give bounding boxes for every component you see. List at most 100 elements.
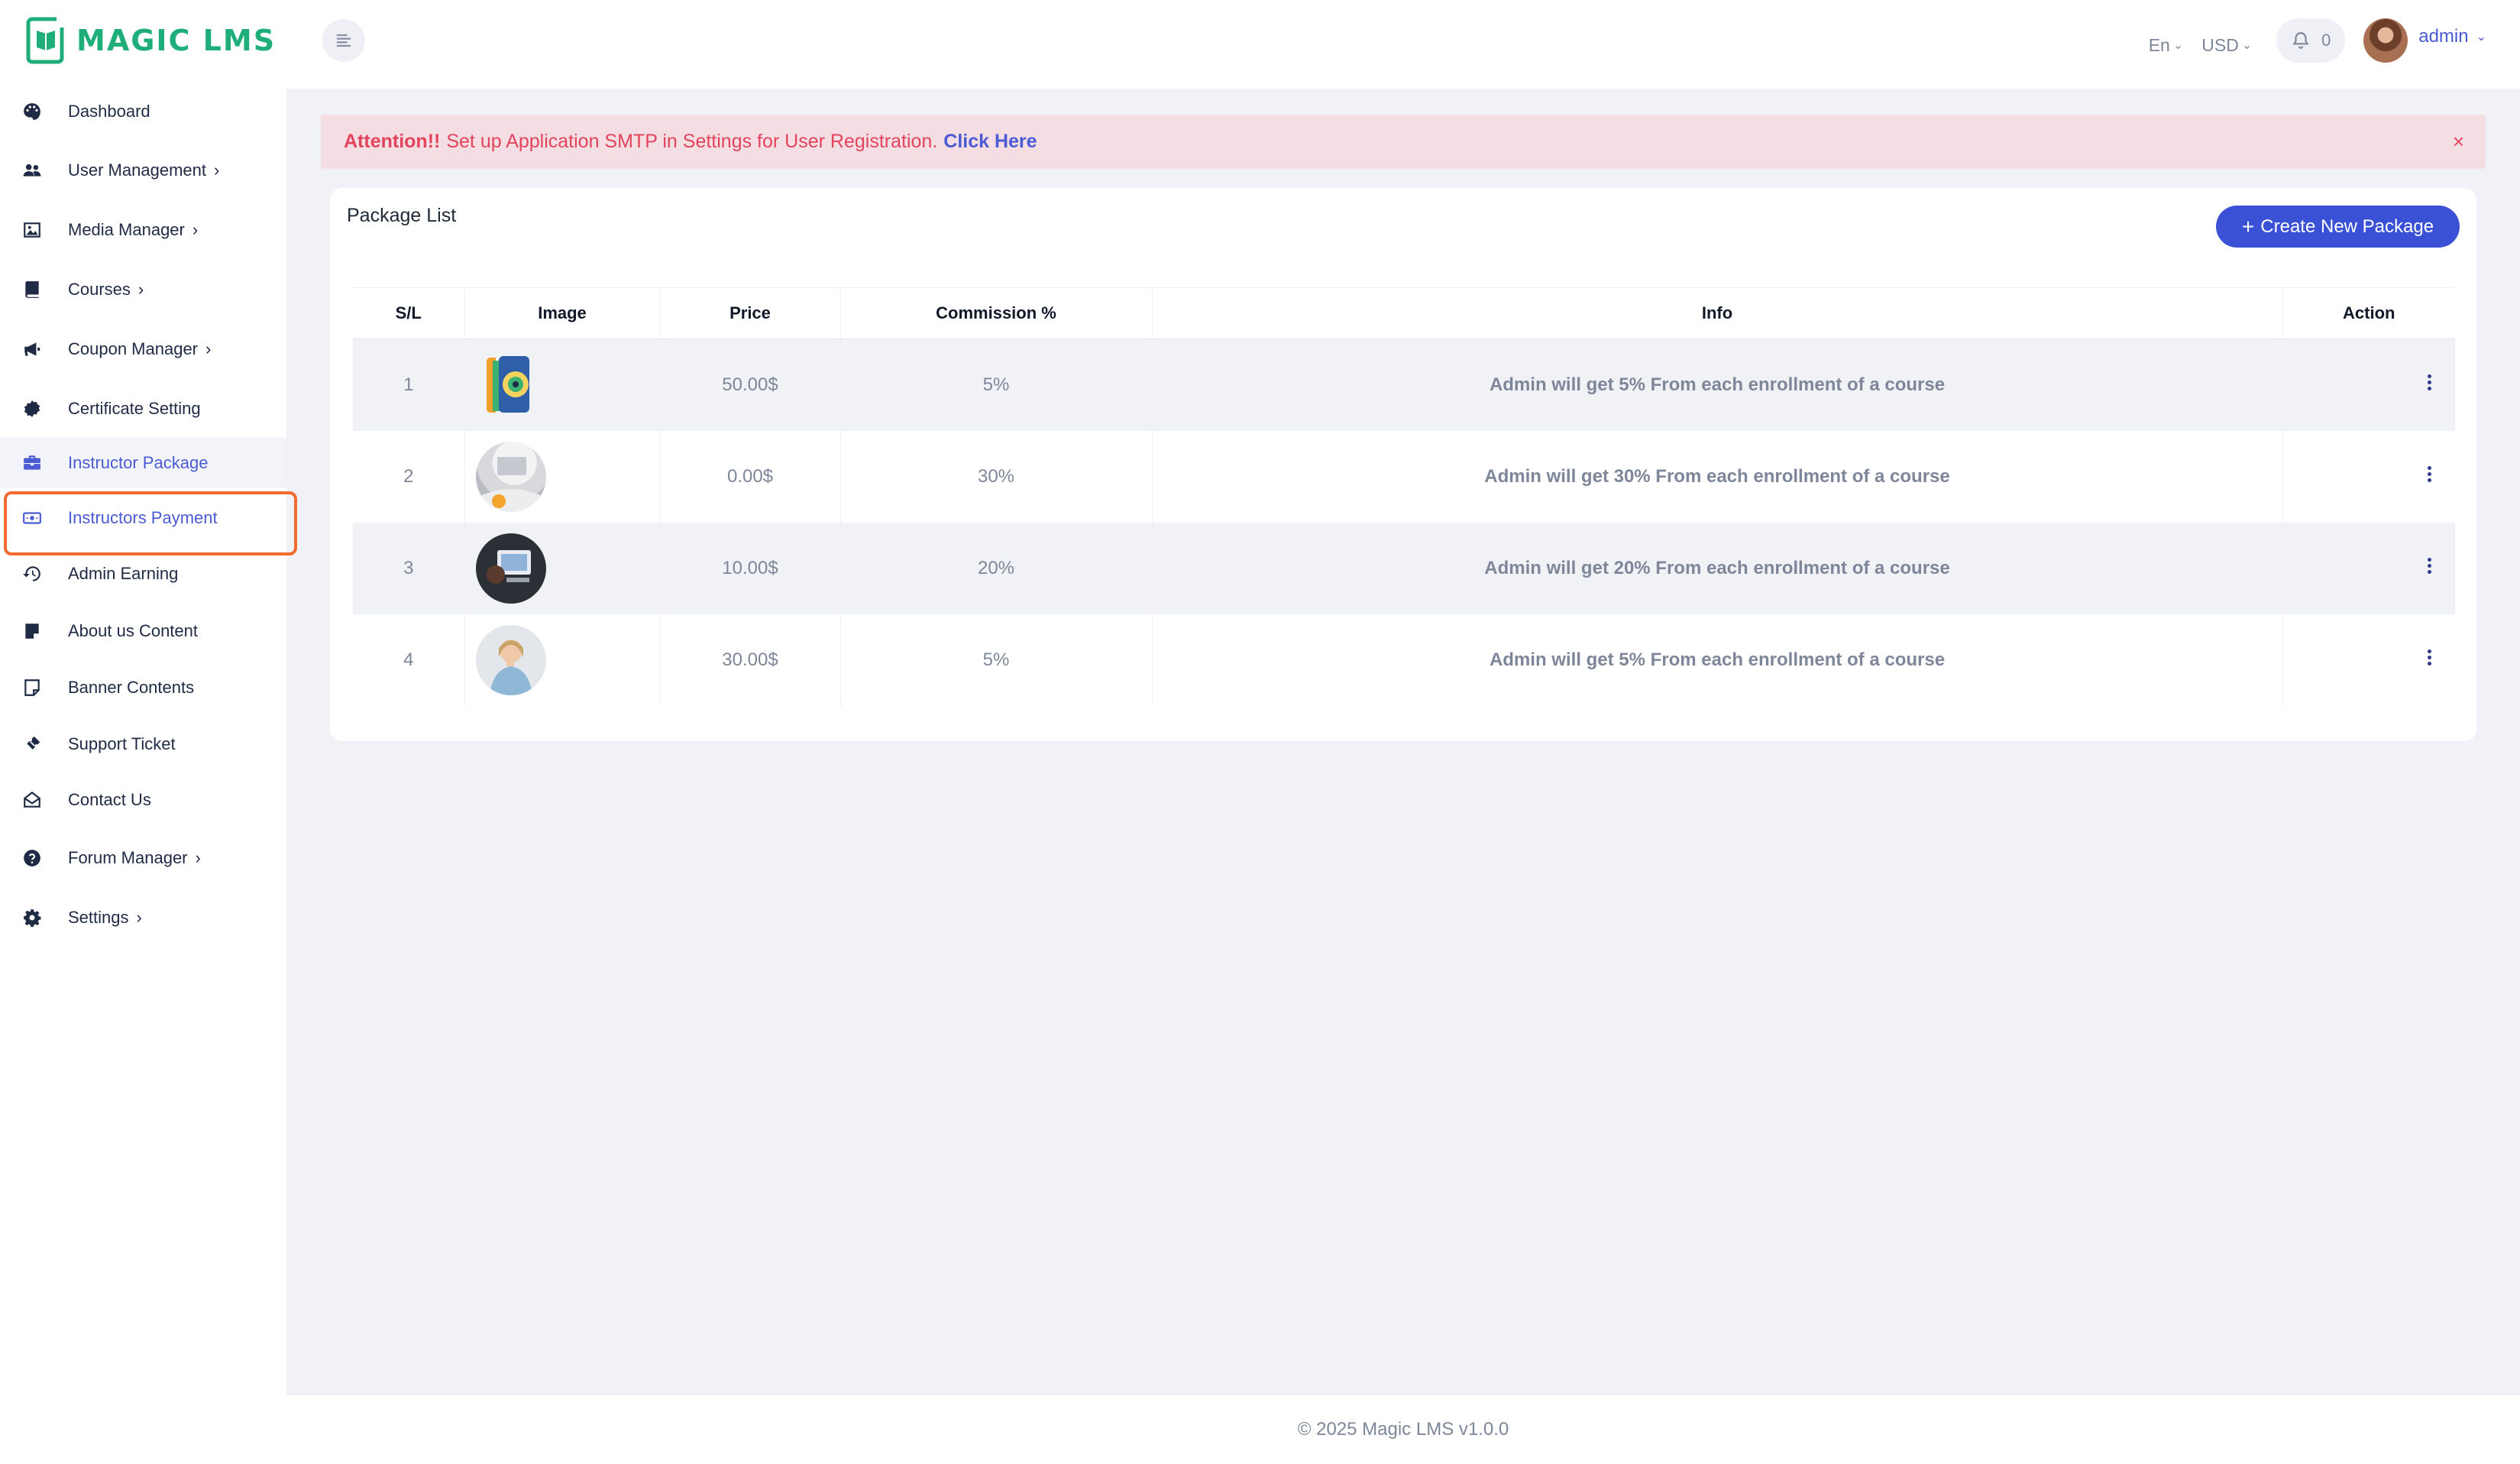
sidebar-item-settings[interactable]: Settings › xyxy=(0,892,286,943)
gear-icon xyxy=(21,907,43,928)
sidebar-item-label: User Management › xyxy=(68,160,220,180)
footer-text: © 2025 Magic LMS v1.0.0 xyxy=(1297,1419,1509,1440)
chevron-right-icon: › xyxy=(137,280,144,299)
row-commission: 20% xyxy=(840,522,1153,614)
column-header-commission: Commission % xyxy=(840,287,1153,339)
more-vertical-icon[interactable] xyxy=(2428,464,2432,484)
sidebar-item-certificate-setting[interactable]: Certificate Setting xyxy=(0,384,286,434)
sidebar-item-instructors-payment[interactable]: Instructors Payment xyxy=(0,493,286,543)
sidebar-item-support-ticket[interactable]: Support Ticket xyxy=(0,719,286,769)
image-icon xyxy=(21,219,43,241)
badge-icon xyxy=(21,398,43,419)
avatar[interactable] xyxy=(2363,18,2408,63)
table-header-row: S/L Image Price Commission % Info Action xyxy=(353,287,2455,339)
align-left-icon xyxy=(336,34,351,47)
sidebar-item-instructor-package[interactable]: Instructor Package xyxy=(0,438,286,488)
megaphone-icon xyxy=(21,338,43,360)
chevron-right-icon: › xyxy=(213,160,220,180)
notification-count: 0 xyxy=(2321,31,2331,50)
sidebar-item-label: About us Content xyxy=(68,621,199,640)
plus-icon: + xyxy=(2241,214,2255,238)
alert-strong: Attention!! xyxy=(344,131,441,152)
sidebar-item-label: Instructors Payment xyxy=(68,508,218,527)
envelope-open-icon xyxy=(21,789,43,811)
sidebar-item-label: Dashboard xyxy=(68,102,150,121)
footer: © 2025 Magic LMS v1.0.0 xyxy=(286,1395,2520,1464)
sidebar-item-label: Support Ticket xyxy=(68,734,176,753)
table-row: 3 10.00$ 20% Admin will get 20% From eac… xyxy=(353,522,2455,614)
sidebar-item-media-manager[interactable]: Media Manager › xyxy=(0,205,286,255)
sidebar-item-admin-earning[interactable]: Admin Earning xyxy=(0,549,286,599)
column-header-price: Price xyxy=(660,287,841,339)
package-thumbnail xyxy=(475,349,546,420)
question-circle-icon xyxy=(21,847,43,869)
sidebar-item-user-management[interactable]: User Management › xyxy=(0,145,286,196)
sidebar-item-banner-contents[interactable]: Banner Contents xyxy=(0,662,286,713)
sticky-note-icon xyxy=(21,677,43,698)
sidebar-item-label: Banner Contents xyxy=(68,678,195,697)
smtp-alert: Attention!! Set up Application SMTP in S… xyxy=(321,115,2486,169)
menu-toggle-button[interactable] xyxy=(322,19,365,62)
table-row: 4 30.00$ 5% Admin will get 5% From each … xyxy=(353,614,2455,706)
create-new-package-button[interactable]: + Create New Package xyxy=(2216,206,2460,248)
row-commission: 5% xyxy=(840,338,1153,431)
row-price: 30.00$ xyxy=(660,614,841,706)
chevron-down-icon: ⌄ xyxy=(2172,39,2184,52)
sidebar-item-label: Coupon Manager › xyxy=(68,339,212,358)
column-header-info: Info xyxy=(1152,287,2283,339)
alert-link[interactable]: Click Here xyxy=(943,131,1037,153)
logo[interactable]: MAGIC LMS xyxy=(26,17,276,64)
row-info: Admin will get 5% From each enrollment o… xyxy=(1152,338,2283,431)
sidebar-item-coupon-manager[interactable]: Coupon Manager › xyxy=(0,324,286,374)
briefcase-icon xyxy=(21,452,43,474)
notifications-button[interactable]: 0 xyxy=(2276,18,2346,63)
chevron-down-icon: ⌄ xyxy=(2241,39,2253,52)
row-action-cell xyxy=(2282,338,2455,431)
row-price: 0.00$ xyxy=(660,430,841,523)
close-icon[interactable]: × xyxy=(2453,130,2464,154)
note-icon xyxy=(21,620,43,642)
topbar: En ⌄ USD ⌄ 0 admin ⌄ xyxy=(286,0,2520,89)
money-bill-icon xyxy=(21,507,43,529)
row-action-cell xyxy=(2282,431,2455,523)
row-price: 50.00$ xyxy=(660,338,841,431)
chevron-right-icon: › xyxy=(192,220,199,239)
sidebar-item-label: Certificate Setting xyxy=(68,399,201,418)
row-commission: 5% xyxy=(840,614,1153,706)
sidebar-item-label: Forum Manager › xyxy=(68,848,201,867)
more-vertical-icon[interactable] xyxy=(2428,372,2432,393)
user-menu[interactable]: admin ⌄ xyxy=(2418,26,2486,47)
sidebar-item-dashboard[interactable]: Dashboard xyxy=(0,86,286,137)
ticket-icon xyxy=(21,734,43,755)
card-title: Package List xyxy=(347,205,457,226)
alert-message: Set up Application SMTP in Settings for … xyxy=(446,131,938,152)
users-icon xyxy=(21,160,43,181)
row-action-cell xyxy=(2282,614,2455,706)
sidebar-item-courses[interactable]: Courses › xyxy=(0,264,286,315)
more-vertical-icon[interactable] xyxy=(2428,647,2432,668)
more-vertical-icon[interactable] xyxy=(2428,555,2432,576)
row-info: Admin will get 5% From each enrollment o… xyxy=(1152,614,2283,706)
sidebar-item-contact-us[interactable]: Contact Us xyxy=(0,775,286,825)
row-sl: 4 xyxy=(353,614,465,706)
sidebar-item-about-us-content[interactable]: About us Content xyxy=(0,606,286,656)
sidebar-item-label: Media Manager › xyxy=(68,220,199,239)
logo-book-icon xyxy=(26,17,66,64)
palette-icon xyxy=(21,101,43,122)
sidebar-item-label: Courses › xyxy=(68,280,144,299)
topbar-right: En ⌄ USD ⌄ 0 admin ⌄ xyxy=(2149,17,2486,64)
currency-select[interactable]: USD ⌄ xyxy=(2201,35,2252,56)
row-image-cell xyxy=(464,338,661,431)
language-value: En xyxy=(2148,34,2170,55)
row-commission: 30% xyxy=(840,430,1153,523)
column-header-image: Image xyxy=(464,287,661,339)
book-icon xyxy=(21,279,43,300)
chevron-right-icon: › xyxy=(195,848,201,867)
language-select[interactable]: En ⌄ xyxy=(2149,35,2184,56)
row-price: 10.00$ xyxy=(660,522,841,614)
table-row: 1 50.00$ 5% Admin will get 5% From each … xyxy=(353,338,2455,431)
sidebar-item-label: Settings › xyxy=(68,908,142,927)
row-sl: 1 xyxy=(353,338,465,431)
sidebar-item-forum-manager[interactable]: Forum Manager › xyxy=(0,833,286,883)
chevron-right-icon: › xyxy=(205,339,212,358)
